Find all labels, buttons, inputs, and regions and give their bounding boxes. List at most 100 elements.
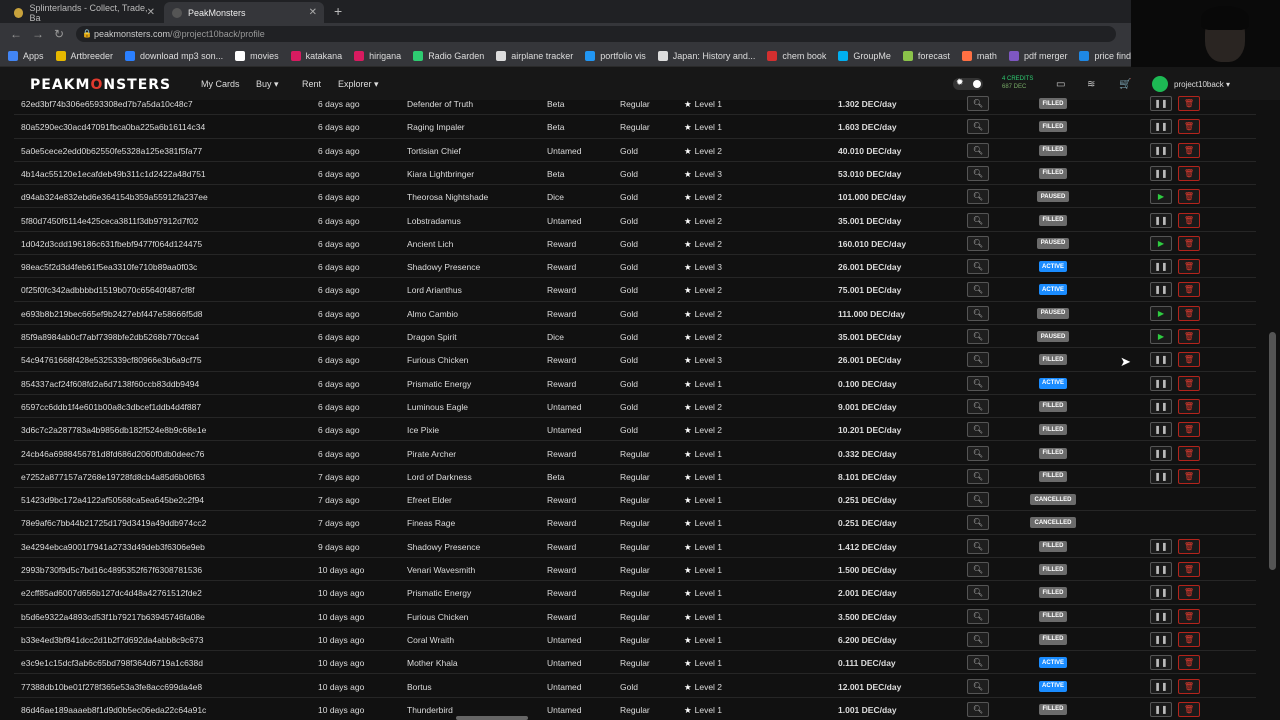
- bookmark-pdf[interactable]: pdf merger: [1008, 50, 1067, 61]
- delete-icon[interactable]: 🗑︎: [1178, 422, 1200, 438]
- pause-button[interactable]: ❚❚: [1150, 119, 1172, 135]
- search-icon[interactable]: 🔍︎: [967, 398, 989, 414]
- search-icon[interactable]: 🔍︎: [967, 678, 989, 694]
- bookmark-katakana[interactable]: katakana: [290, 50, 342, 61]
- cart-icon[interactable]: 🛒: [1119, 79, 1131, 90]
- pause-button[interactable]: ❚❚: [1150, 678, 1172, 694]
- search-icon[interactable]: 🔍︎: [967, 352, 989, 368]
- pause-button[interactable]: ❚❚: [1150, 165, 1172, 181]
- pause-button[interactable]: ❚❚: [1150, 562, 1172, 577]
- url-field[interactable]: 🔒 peakmonsters.com/@project10back/profil…: [76, 26, 1116, 42]
- bookmark-hirigana[interactable]: hirigana: [354, 50, 401, 61]
- search-icon[interactable]: 🔍︎: [967, 468, 989, 484]
- delete-icon[interactable]: 🗑︎: [1178, 96, 1200, 111]
- delete-icon[interactable]: 🗑︎: [1178, 655, 1200, 671]
- browser-tab-peakmonsters[interactable]: PeakMonsters ✕: [164, 2, 324, 23]
- search-icon[interactable]: 🔍︎: [967, 142, 989, 158]
- layers-icon[interactable]: ≋: [1087, 79, 1095, 90]
- search-icon[interactable]: 🔍︎: [967, 329, 989, 344]
- pause-button[interactable]: ❚❚: [1150, 631, 1172, 647]
- pause-button[interactable]: ❚❚: [1150, 96, 1172, 111]
- delete-icon[interactable]: 🗑︎: [1178, 189, 1200, 205]
- pause-button[interactable]: ❚❚: [1150, 608, 1172, 624]
- search-icon[interactable]: 🔍︎: [967, 701, 989, 717]
- delete-icon[interactable]: 🗑︎: [1178, 608, 1200, 624]
- new-tab-icon[interactable]: +: [334, 3, 342, 19]
- resume-button[interactable]: ▶: [1150, 305, 1172, 321]
- bookmark-apps[interactable]: Apps: [8, 50, 44, 61]
- delete-icon[interactable]: 🗑︎: [1178, 352, 1200, 368]
- delete-icon[interactable]: 🗑︎: [1178, 329, 1200, 344]
- inbox-icon[interactable]: ▭: [1056, 79, 1065, 90]
- bookmark-groupme[interactable]: GroupMe: [838, 50, 891, 61]
- delete-icon[interactable]: 🗑︎: [1178, 701, 1200, 717]
- search-icon[interactable]: 🔍︎: [967, 282, 989, 298]
- bookmark-airplane[interactable]: airplane tracker: [496, 50, 573, 61]
- close-tab-icon[interactable]: ✕: [309, 7, 317, 18]
- delete-icon[interactable]: 🗑︎: [1178, 538, 1200, 554]
- pause-button[interactable]: ❚❚: [1150, 398, 1172, 414]
- user-menu[interactable]: project10back ▾: [1152, 76, 1230, 92]
- pause-button[interactable]: ❚❚: [1150, 282, 1172, 298]
- search-icon[interactable]: 🔍︎: [967, 119, 989, 135]
- search-icon[interactable]: 🔍︎: [967, 562, 989, 577]
- pause-button[interactable]: ❚❚: [1150, 142, 1172, 158]
- pause-button[interactable]: ❚❚: [1150, 468, 1172, 484]
- nav-buy[interactable]: Buy ▾: [256, 79, 279, 90]
- bookmark-globe[interactable]: Japan: History and...: [657, 50, 755, 61]
- search-icon[interactable]: 🔍︎: [967, 212, 989, 228]
- peakmonsters-logo[interactable]: PEAKMONSTERS: [30, 77, 171, 93]
- bookmark-math[interactable]: math: [961, 50, 997, 61]
- delete-icon[interactable]: 🗑︎: [1178, 282, 1200, 298]
- delete-icon[interactable]: 🗑︎: [1178, 678, 1200, 694]
- bookmark-forecast[interactable]: forecast: [902, 50, 950, 61]
- delete-icon[interactable]: 🗑︎: [1178, 142, 1200, 158]
- search-icon[interactable]: 🔍︎: [967, 538, 989, 554]
- theme-toggle[interactable]: ✹: [953, 77, 983, 90]
- search-icon[interactable]: 🔍︎: [967, 235, 989, 251]
- search-icon[interactable]: 🔍︎: [967, 305, 989, 321]
- delete-icon[interactable]: 🗑︎: [1178, 119, 1200, 135]
- pause-button[interactable]: ❚❚: [1150, 212, 1172, 228]
- resume-button[interactable]: ▶: [1150, 329, 1172, 344]
- nav-explorer[interactable]: Explorer ▾: [338, 79, 379, 90]
- reload-icon[interactable]: ↻: [54, 27, 64, 41]
- page-scrollbar[interactable]: [1269, 332, 1276, 570]
- search-icon[interactable]: 🔍︎: [967, 515, 989, 531]
- search-icon[interactable]: 🔍︎: [967, 655, 989, 671]
- pause-button[interactable]: ❚❚: [1150, 585, 1172, 601]
- resume-button[interactable]: ▶: [1150, 189, 1172, 205]
- delete-icon[interactable]: 🗑︎: [1178, 212, 1200, 228]
- search-icon[interactable]: 🔍︎: [967, 96, 989, 111]
- search-icon[interactable]: 🔍︎: [967, 259, 989, 275]
- delete-icon[interactable]: 🗑︎: [1178, 165, 1200, 181]
- delete-icon[interactable]: 🗑︎: [1178, 305, 1200, 321]
- delete-icon[interactable]: 🗑︎: [1178, 235, 1200, 251]
- delete-icon[interactable]: 🗑︎: [1178, 445, 1200, 461]
- search-icon[interactable]: 🔍︎: [967, 608, 989, 624]
- close-tab-icon[interactable]: ✕: [147, 7, 155, 18]
- delete-icon[interactable]: 🗑︎: [1178, 259, 1200, 275]
- search-icon[interactable]: 🔍︎: [967, 585, 989, 601]
- delete-icon[interactable]: 🗑︎: [1178, 398, 1200, 414]
- search-icon[interactable]: 🔍︎: [967, 165, 989, 181]
- bookmark-portfolio[interactable]: portfolio vis: [585, 50, 646, 61]
- search-icon[interactable]: 🔍︎: [967, 445, 989, 461]
- search-icon[interactable]: 🔍︎: [967, 422, 989, 438]
- pause-button[interactable]: ❚❚: [1150, 375, 1172, 391]
- horizontal-scrollbar[interactable]: [456, 716, 528, 720]
- resume-button[interactable]: ▶: [1150, 235, 1172, 251]
- pause-button[interactable]: ❚❚: [1150, 538, 1172, 554]
- bookmark-chem[interactable]: chem book: [767, 50, 826, 61]
- pause-button[interactable]: ❚❚: [1150, 445, 1172, 461]
- delete-icon[interactable]: 🗑︎: [1178, 375, 1200, 391]
- bookmark-artbreeder[interactable]: Artbreeder: [55, 50, 113, 61]
- delete-icon[interactable]: 🗑︎: [1178, 562, 1200, 577]
- search-icon[interactable]: 🔍︎: [967, 492, 989, 508]
- nav-my-cards[interactable]: My Cards: [201, 79, 240, 89]
- nav-rent[interactable]: Rent: [302, 79, 321, 89]
- pause-button[interactable]: ❚❚: [1150, 655, 1172, 671]
- search-icon[interactable]: 🔍︎: [967, 375, 989, 391]
- pause-button[interactable]: ❚❚: [1150, 352, 1172, 368]
- forward-arrow-icon[interactable]: →: [32, 27, 44, 41]
